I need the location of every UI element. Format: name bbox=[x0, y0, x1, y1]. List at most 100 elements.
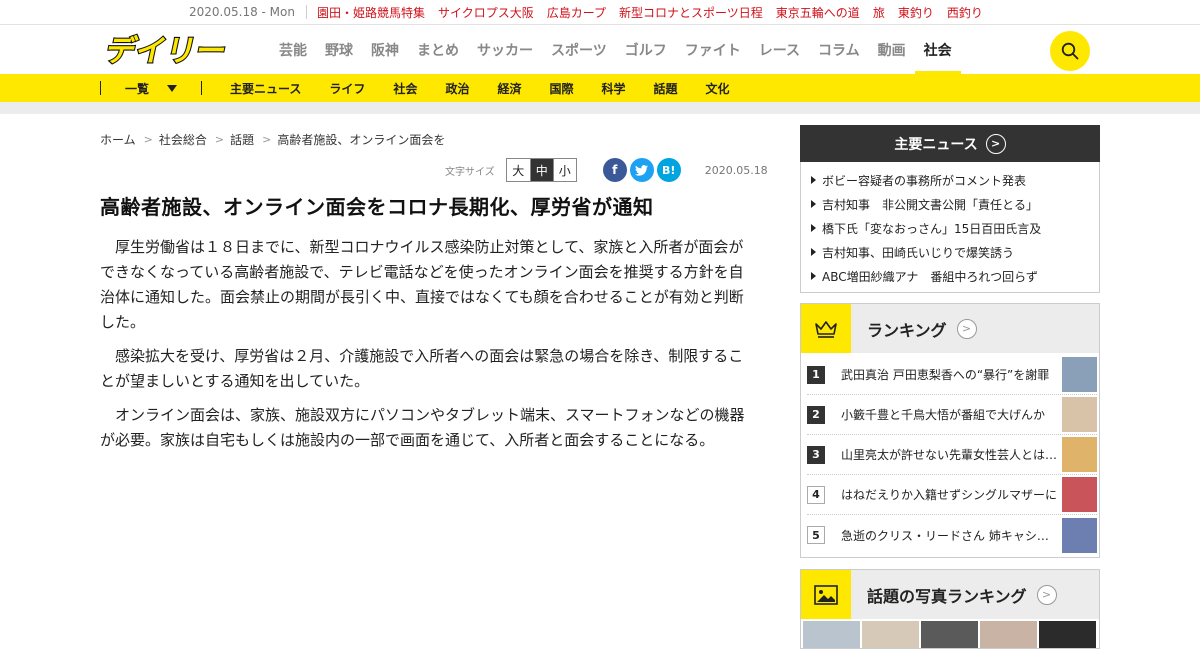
chevron-down-icon bbox=[167, 84, 177, 92]
social-share: f B! bbox=[602, 158, 681, 182]
font-size-label: 文字サイズ bbox=[445, 166, 495, 178]
top-link[interactable]: サイクロプス大阪 bbox=[438, 4, 534, 21]
breadcrumb-item[interactable]: ホーム bbox=[100, 131, 136, 148]
sidebar: 主要ニュース > ボビー容疑者の事務所がコメント発表 吉村知事 非公開文書公開「… bbox=[800, 125, 1100, 649]
nav-item-geino[interactable]: 芸能 bbox=[270, 25, 316, 74]
nav-item-yakyu[interactable]: 野球 bbox=[316, 25, 362, 74]
photo-thumbnail[interactable] bbox=[1039, 621, 1096, 648]
header-separator bbox=[0, 102, 1200, 114]
daily-logo[interactable]: デイリー bbox=[100, 33, 240, 66]
top-link[interactable]: 西釣り bbox=[947, 4, 983, 21]
ranking-thumbnail bbox=[1062, 437, 1097, 472]
subnav-item[interactable]: 政治 bbox=[445, 80, 469, 97]
ranking-thumbnail bbox=[1062, 477, 1097, 512]
rank-number: 3 bbox=[807, 445, 825, 464]
facebook-icon[interactable]: f bbox=[602, 158, 627, 182]
subnav-item[interactable]: 国際 bbox=[549, 80, 573, 97]
ranking-item-title: 武田真治 戸田恵梨香への“暴行”を謝罪 bbox=[841, 368, 1050, 382]
ranking-thumbnail bbox=[1062, 397, 1097, 432]
nav-item-shakai[interactable]: 社会 bbox=[914, 25, 961, 74]
major-news-item[interactable]: ABC増田紗織アナ 番組中ろれつ回らず bbox=[811, 264, 1089, 288]
article-headline: 高齢者施設、オンライン面会をコロナ長期化、厚労省が通知 bbox=[100, 195, 654, 219]
subnav-item[interactable]: 話題 bbox=[654, 80, 678, 97]
font-size-small-button[interactable]: 小 bbox=[552, 159, 576, 181]
article-paragraph: 厚生労働省は１８日までに、新型コロナウイルス感染防止対策として、家族と入所者が面… bbox=[100, 238, 744, 331]
major-news-item[interactable]: 吉村知事 非公開文書公開「責任とる」 bbox=[811, 192, 1089, 216]
major-news-list: ボビー容疑者の事務所がコメント発表 吉村知事 非公開文書公開「責任とる」 橋下氏… bbox=[800, 162, 1100, 293]
photo-thumbnail[interactable] bbox=[980, 621, 1037, 648]
chevron-right-circle-icon: > bbox=[956, 318, 977, 339]
font-size-large-button[interactable]: 大 bbox=[507, 159, 530, 181]
subnav-item[interactable]: 経済 bbox=[497, 80, 521, 97]
list-dropdown-label: 一覧 bbox=[124, 81, 149, 96]
ranking-thumbnail bbox=[1062, 357, 1097, 392]
rank-number: 1 bbox=[807, 365, 825, 384]
ranking-header[interactable]: ランキング > bbox=[801, 304, 1099, 353]
photo-thumbnail[interactable] bbox=[921, 621, 978, 648]
ranking-item[interactable]: 4 はねだえりか入籍せずシングルマザーに bbox=[807, 475, 1097, 515]
current-date: 2020.05.18 - Mon bbox=[189, 5, 307, 19]
ranking-item[interactable]: 3 山里亮太が許せない先輩女性芸人とは… bbox=[807, 435, 1097, 475]
list-dropdown[interactable]: 一覧 bbox=[101, 80, 201, 97]
photo-ranking-header[interactable]: 話題の写真ランキング > bbox=[801, 570, 1099, 619]
article-paragraph: オンライン面会は、家族、施設双方にパソコンやタブレット端末、スマートフォンなどの… bbox=[100, 406, 745, 449]
top-links: 園田・姫路競馬特集 サイクロプス大阪 広島カープ 新型コロナとスポーツ日程 東京… bbox=[317, 4, 996, 21]
hatena-bookmark-icon[interactable]: B! bbox=[656, 158, 681, 182]
article-body: 厚生労働省は１８日までに、新型コロナウイルス感染防止対策として、家族と入所者が面… bbox=[100, 235, 758, 462]
publish-date: 2020.05.18 bbox=[704, 163, 768, 177]
article-paragraph: 感染拡大を受け、厚労省は２月、介護施設で入所者への面会は緊急の場合を除き、制限す… bbox=[100, 347, 744, 390]
nav-item-hanshin[interactable]: 阪神 bbox=[362, 25, 408, 74]
subnav-item[interactable]: 科学 bbox=[601, 80, 625, 97]
top-link[interactable]: 広島カープ bbox=[547, 4, 606, 21]
top-link[interactable]: 東京五輪への道 bbox=[776, 4, 860, 21]
ranking-item[interactable]: 5 急逝のクリス・リードさん 姉キャシー・リードさん bbox=[807, 515, 1097, 555]
subnav-item[interactable]: 主要ニュース bbox=[230, 80, 301, 97]
photo-thumbnails bbox=[801, 619, 1099, 648]
breadcrumb-item[interactable]: 社会総合 bbox=[159, 131, 207, 148]
major-news-title: 主要ニュース bbox=[894, 136, 978, 153]
ranking-title: ランキング bbox=[867, 320, 947, 340]
top-link[interactable]: 新型コロナとスポーツ日程 bbox=[619, 4, 763, 21]
logo-text: デイリー bbox=[102, 33, 230, 66]
main-nav: 芸能 野球 阪神 まとめ サッカー スポーツ ゴルフ ファイト レース コラム … bbox=[270, 25, 961, 74]
nav-item-race[interactable]: レース bbox=[750, 25, 809, 74]
chevron-right-icon: > bbox=[262, 133, 272, 146]
sub-nav: 一覧 主要ニュース ライフ 社会 政治 経済 国際 科学 話題 文化 bbox=[0, 74, 1200, 102]
top-link[interactable]: 東釣り bbox=[898, 4, 934, 21]
major-news-item[interactable]: 吉村知事、田崎氏いじりで爆笑誘う bbox=[811, 240, 1089, 264]
chevron-right-circle-icon: > bbox=[985, 133, 1006, 154]
nav-item-soccer[interactable]: サッカー bbox=[468, 25, 542, 74]
photo-thumbnail[interactable] bbox=[862, 621, 919, 648]
rank-number: 4 bbox=[807, 485, 825, 504]
chevron-right-icon: > bbox=[143, 133, 153, 146]
breadcrumb-item[interactable]: 話題 bbox=[230, 131, 254, 148]
article-tools: 文字サイズ 大 中 小 f B! 2020.05.18 bbox=[445, 158, 768, 182]
ranking-item[interactable]: 1 武田真治 戸田恵梨香への“暴行”を謝罪 bbox=[807, 355, 1097, 395]
chevron-right-circle-icon: > bbox=[1036, 584, 1057, 605]
top-link[interactable]: 園田・姫路競馬特集 bbox=[317, 4, 425, 21]
subnav-item[interactable]: ライフ bbox=[329, 80, 365, 97]
nav-item-video[interactable]: 動画 bbox=[869, 25, 915, 74]
major-news-header[interactable]: 主要ニュース > bbox=[800, 125, 1100, 162]
nav-item-sports[interactable]: スポーツ bbox=[542, 25, 616, 74]
photo-ranking-box: 話題の写真ランキング > bbox=[800, 569, 1100, 649]
photo-thumbnail[interactable] bbox=[803, 621, 860, 648]
ranking-item[interactable]: 2 小籔千豊と千鳥大悟が番組で大げんか bbox=[807, 395, 1097, 435]
search-button[interactable] bbox=[1050, 31, 1090, 71]
major-news-item[interactable]: 橋下氏「変なおっさん」15日百田氏言及 bbox=[811, 216, 1089, 240]
nav-item-golf[interactable]: ゴルフ bbox=[616, 25, 676, 74]
ranking-item-title: 山里亮太が許せない先輩女性芸人とは… bbox=[841, 448, 1058, 462]
nav-item-column[interactable]: コラム bbox=[809, 25, 869, 74]
nav-item-fight[interactable]: ファイト bbox=[676, 25, 750, 74]
subnav-item[interactable]: 社会 bbox=[393, 80, 417, 97]
site-header: デイリー 芸能 野球 阪神 まとめ サッカー スポーツ ゴルフ ファイト レース… bbox=[0, 25, 1200, 74]
twitter-icon[interactable] bbox=[629, 158, 654, 182]
search-icon bbox=[1061, 42, 1079, 60]
subnav-item[interactable]: 文化 bbox=[706, 80, 730, 97]
nav-item-matome[interactable]: まとめ bbox=[408, 25, 468, 74]
font-size-medium-button[interactable]: 中 bbox=[529, 159, 553, 181]
major-news-item[interactable]: ボビー容疑者の事務所がコメント発表 bbox=[811, 168, 1089, 192]
top-link[interactable]: 旅 bbox=[873, 4, 885, 21]
divider bbox=[201, 81, 202, 95]
photo-ranking-title: 話題の写真ランキング bbox=[867, 586, 1027, 606]
